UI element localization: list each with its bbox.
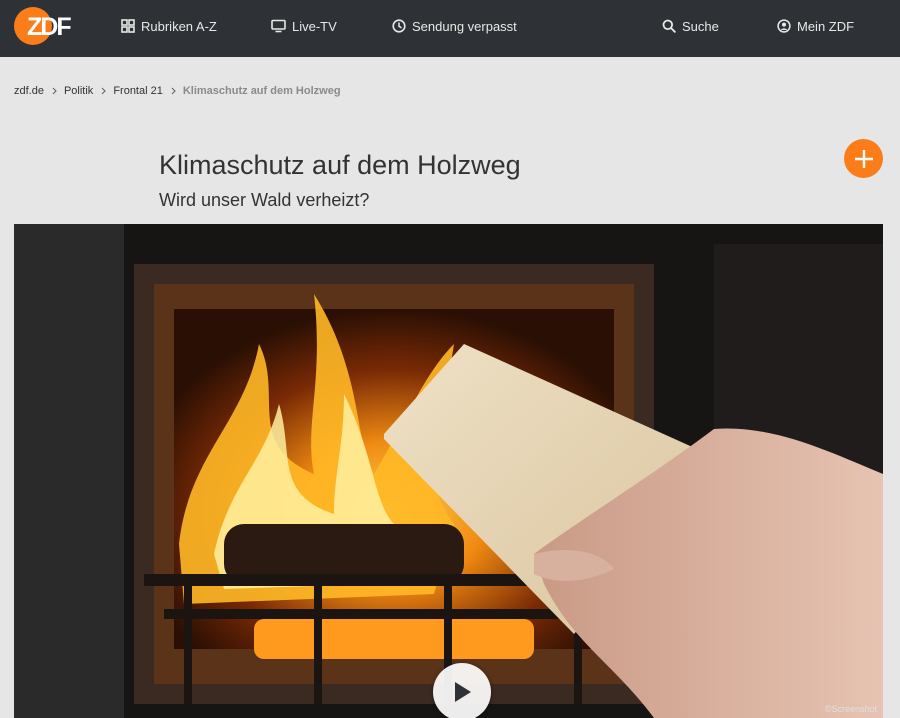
plus-icon xyxy=(854,149,873,168)
page-subtitle: Wird unser Wald verheizt? xyxy=(159,190,370,210)
svg-text:ZDF: ZDF xyxy=(27,13,71,41)
chevron-right-icon xyxy=(52,87,57,95)
breadcrumb-current: Klimaschutz auf dem Holzweg xyxy=(182,85,341,97)
breadcrumb-link-frontal-21[interactable]: Frontal 21 xyxy=(113,85,163,97)
breadcrumb: zdf.de Politik Frontal 21 Klimaschutz au… xyxy=(14,84,341,98)
nav-live-tv-label: Live-TV xyxy=(292,18,337,34)
nav-sendung-verpasst-label: Sendung verpasst xyxy=(412,18,517,34)
tv-icon xyxy=(271,19,286,33)
zdf-logo[interactable]: ZDF xyxy=(14,6,80,46)
clock-icon xyxy=(392,19,406,33)
play-button[interactable] xyxy=(433,663,491,718)
copyright-notice: ©Screenshot xyxy=(824,704,877,714)
nav-rubriken-a-z[interactable]: Rubriken A-Z xyxy=(121,0,217,52)
chevron-right-icon xyxy=(171,87,176,95)
nav-rubriken-label: Rubriken A-Z xyxy=(141,18,217,34)
video-thumbnail xyxy=(14,224,883,718)
add-to-list-button[interactable] xyxy=(844,139,883,178)
breadcrumb-link-home[interactable]: zdf.de xyxy=(14,85,44,97)
nav-mein-zdf-label: Mein ZDF xyxy=(797,18,855,34)
nav-live-tv[interactable]: Live-TV xyxy=(271,0,337,52)
top-navigation-bar: ZDF Rubriken A-Z Live-TV Sendung verpass… xyxy=(0,0,900,57)
nav-mein-zdf[interactable]: Mein ZDF xyxy=(777,0,854,52)
user-icon xyxy=(777,19,791,33)
breadcrumb-link-politik[interactable]: Politik xyxy=(64,85,93,97)
chevron-right-icon xyxy=(101,87,107,95)
nav-search-label: Suche xyxy=(682,18,719,34)
page-title: Klimaschutz auf dem Holzweg xyxy=(159,150,521,180)
nav-search[interactable]: Suche xyxy=(662,0,719,52)
nav-sendung-verpasst[interactable]: Sendung verpasst xyxy=(392,0,517,52)
search-icon xyxy=(662,19,676,33)
grid-icon xyxy=(121,19,135,33)
play-icon xyxy=(455,682,471,702)
video-player[interactable]: ©Screenshot xyxy=(14,224,883,718)
